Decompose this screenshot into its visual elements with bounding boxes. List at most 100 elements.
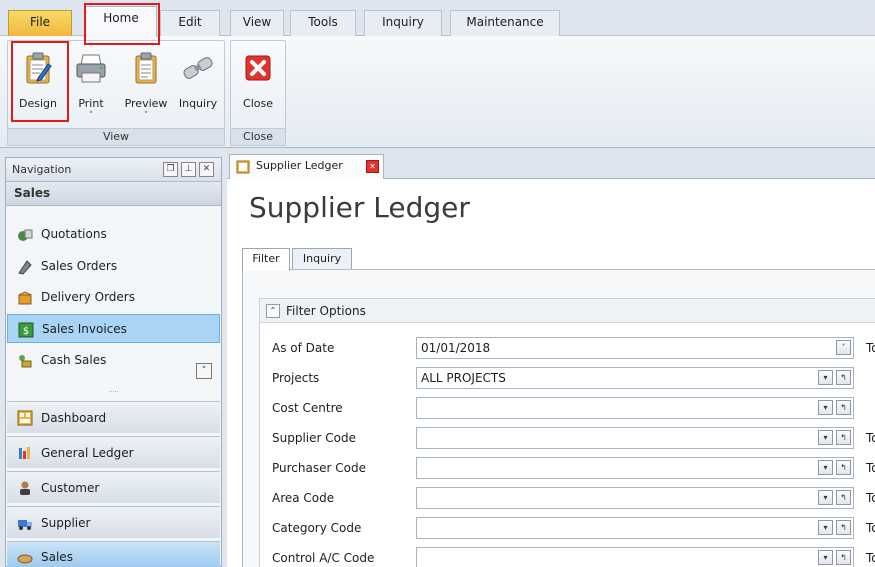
reset-icon[interactable]: ↰: [836, 460, 851, 475]
to-label: To: [866, 461, 875, 475]
tab-filter[interactable]: Filter: [242, 248, 290, 271]
reset-icon[interactable]: ↰: [836, 490, 851, 505]
field-row-supplier-code: Supplier Code ▾ ↰ To: [260, 427, 875, 449]
nav-module-sales[interactable]: Sales: [7, 541, 220, 567]
dropdown-icon[interactable]: ▾: [818, 520, 833, 535]
invoice-dollar-icon: $: [18, 322, 34, 338]
field-label: Cost Centre: [272, 401, 343, 415]
nav-item-sales-orders[interactable]: Sales Orders: [7, 252, 220, 281]
pin-icon[interactable]: ⊥: [181, 162, 196, 177]
nav-module-general-ledger[interactable]: General Ledger: [7, 436, 220, 468]
print-dropdown-icon[interactable]: ˅: [66, 111, 116, 121]
reset-icon[interactable]: ↰: [836, 370, 851, 385]
restore-icon[interactable]: ❐: [163, 162, 178, 177]
cash-sales-icon: [19, 355, 32, 368]
field-label: Control A/C Code: [272, 551, 375, 565]
filter-options-header[interactable]: ⌃ Filter Options: [260, 299, 875, 323]
inquiry-button[interactable]: Inquiry: [174, 45, 222, 125]
projects-input[interactable]: ALL PROJECTS: [416, 367, 854, 389]
dropdown-icon[interactable]: ▾: [818, 370, 833, 385]
red-x-close-icon: [245, 55, 271, 81]
reset-icon[interactable]: ↰: [836, 430, 851, 445]
dropdown-icon[interactable]: ▾: [818, 550, 833, 565]
field-label: Projects: [272, 371, 320, 385]
cost-centre-input[interactable]: [416, 397, 854, 419]
reset-icon[interactable]: ↰: [836, 550, 851, 565]
delivery-box-icon: [18, 291, 32, 305]
field-row-category-code: Category Code ▾ ↰ To: [260, 517, 875, 539]
splitter-grip[interactable]: ·····: [7, 390, 220, 396]
tab-tools[interactable]: Tools: [290, 10, 356, 36]
dropdown-icon[interactable]: ▾: [818, 490, 833, 505]
group-caption-close: Close: [231, 128, 285, 145]
to-label: To: [866, 491, 875, 505]
design-label: Design: [19, 97, 57, 110]
nav-item-cash-sales[interactable]: Cash Sales: [7, 346, 220, 375]
navigation-title: Navigation: [12, 163, 72, 176]
tab-inquiry-view[interactable]: Inquiry: [292, 248, 352, 270]
svg-text:$: $: [23, 326, 29, 337]
preview-button[interactable]: Preview ˅: [118, 45, 174, 125]
design-button[interactable]: Design: [12, 45, 64, 125]
collapse-chevron-icon[interactable]: ⌃: [266, 304, 280, 318]
nav-item-label: Sales Invoices: [42, 322, 127, 336]
sales-handshake-icon: [17, 554, 33, 564]
dashboard-icon: [17, 410, 33, 426]
nav-module-label: Customer: [41, 481, 100, 495]
control-ac-code-input[interactable]: [416, 547, 854, 567]
to-label: To: [866, 341, 875, 355]
reset-icon[interactable]: ↰: [836, 520, 851, 535]
expand-chevron-icon[interactable]: ˅: [196, 363, 212, 379]
preview-dropdown-icon[interactable]: ˅: [118, 111, 174, 121]
nav-item-delivery-orders[interactable]: Delivery Orders: [7, 283, 220, 312]
document-preview-icon: [135, 52, 157, 84]
field-label: As of Date: [272, 341, 335, 355]
dropdown-icon[interactable]: ▾: [818, 430, 833, 445]
close-button[interactable]: Close: [233, 45, 283, 125]
to-label: To: [866, 551, 875, 565]
customer-person-icon: [20, 481, 30, 495]
tab-edit[interactable]: Edit: [160, 10, 220, 36]
nav-module-customer[interactable]: Customer: [7, 471, 220, 503]
nav-module-dashboard[interactable]: Dashboard: [7, 401, 220, 433]
navigation-header: Navigation ❐ ⊥ ✕: [6, 158, 221, 182]
print-label: Print: [78, 97, 104, 110]
supplier-code-input[interactable]: [416, 427, 854, 449]
document-tab-supplier-ledger[interactable]: Supplier Ledger ✕: [229, 154, 384, 180]
dropdown-icon[interactable]: ▾: [818, 400, 833, 415]
tab-maintenance[interactable]: Maintenance: [450, 10, 560, 36]
purchaser-code-input[interactable]: [416, 457, 854, 479]
inquiry-label: Inquiry: [178, 97, 218, 110]
tab-inquiry[interactable]: Inquiry: [364, 10, 442, 36]
field-label: Area Code: [272, 491, 335, 505]
as-of-date-input[interactable]: 01/01/2018: [416, 337, 854, 359]
close-pane-icon[interactable]: ✕: [199, 162, 214, 177]
close-tab-icon[interactable]: ✕: [366, 160, 379, 173]
ribbon-group-close: Close Close: [230, 40, 286, 146]
nav-module-label: Sales: [41, 550, 73, 564]
document-tab-bar: Supplier Ledger ✕: [227, 150, 875, 180]
print-button[interactable]: Print ˅: [66, 45, 116, 125]
nav-item-sales-invoices[interactable]: $ Sales Invoices: [7, 314, 220, 343]
clipboard-pencil-icon: [26, 52, 52, 84]
nav-module-supplier[interactable]: Supplier: [7, 506, 220, 538]
area-code-input[interactable]: [416, 487, 854, 509]
ribbon-group-view: Design Print ˅ Preview ˅ Inquiry View: [7, 40, 225, 146]
tab-home[interactable]: Home: [85, 6, 157, 37]
reset-icon[interactable]: ↰: [836, 400, 851, 415]
dropdown-icon[interactable]: ▾: [818, 460, 833, 475]
category-code-input[interactable]: [416, 517, 854, 539]
sales-orders-icon: [18, 260, 32, 275]
document-tab-label: Supplier Ledger: [256, 159, 343, 172]
tab-view[interactable]: View: [230, 10, 284, 36]
date-dropdown-icon[interactable]: ˅: [836, 340, 851, 355]
nav-item-label: Sales Orders: [41, 259, 118, 273]
nav-module-label: Supplier: [41, 516, 91, 530]
field-label: Category Code: [272, 521, 362, 535]
field-row-control-ac-code: Control A/C Code ▾ ↰ To: [260, 547, 875, 567]
nav-section-header: Sales: [6, 182, 221, 206]
filter-tab-content: ⌃ Filter Options As of Date 01/01/2018 ˅…: [242, 269, 875, 567]
nav-item-quotations[interactable]: Quotations: [7, 220, 220, 249]
nav-item-label: Cash Sales: [41, 353, 107, 367]
tab-file[interactable]: File: [8, 10, 72, 36]
